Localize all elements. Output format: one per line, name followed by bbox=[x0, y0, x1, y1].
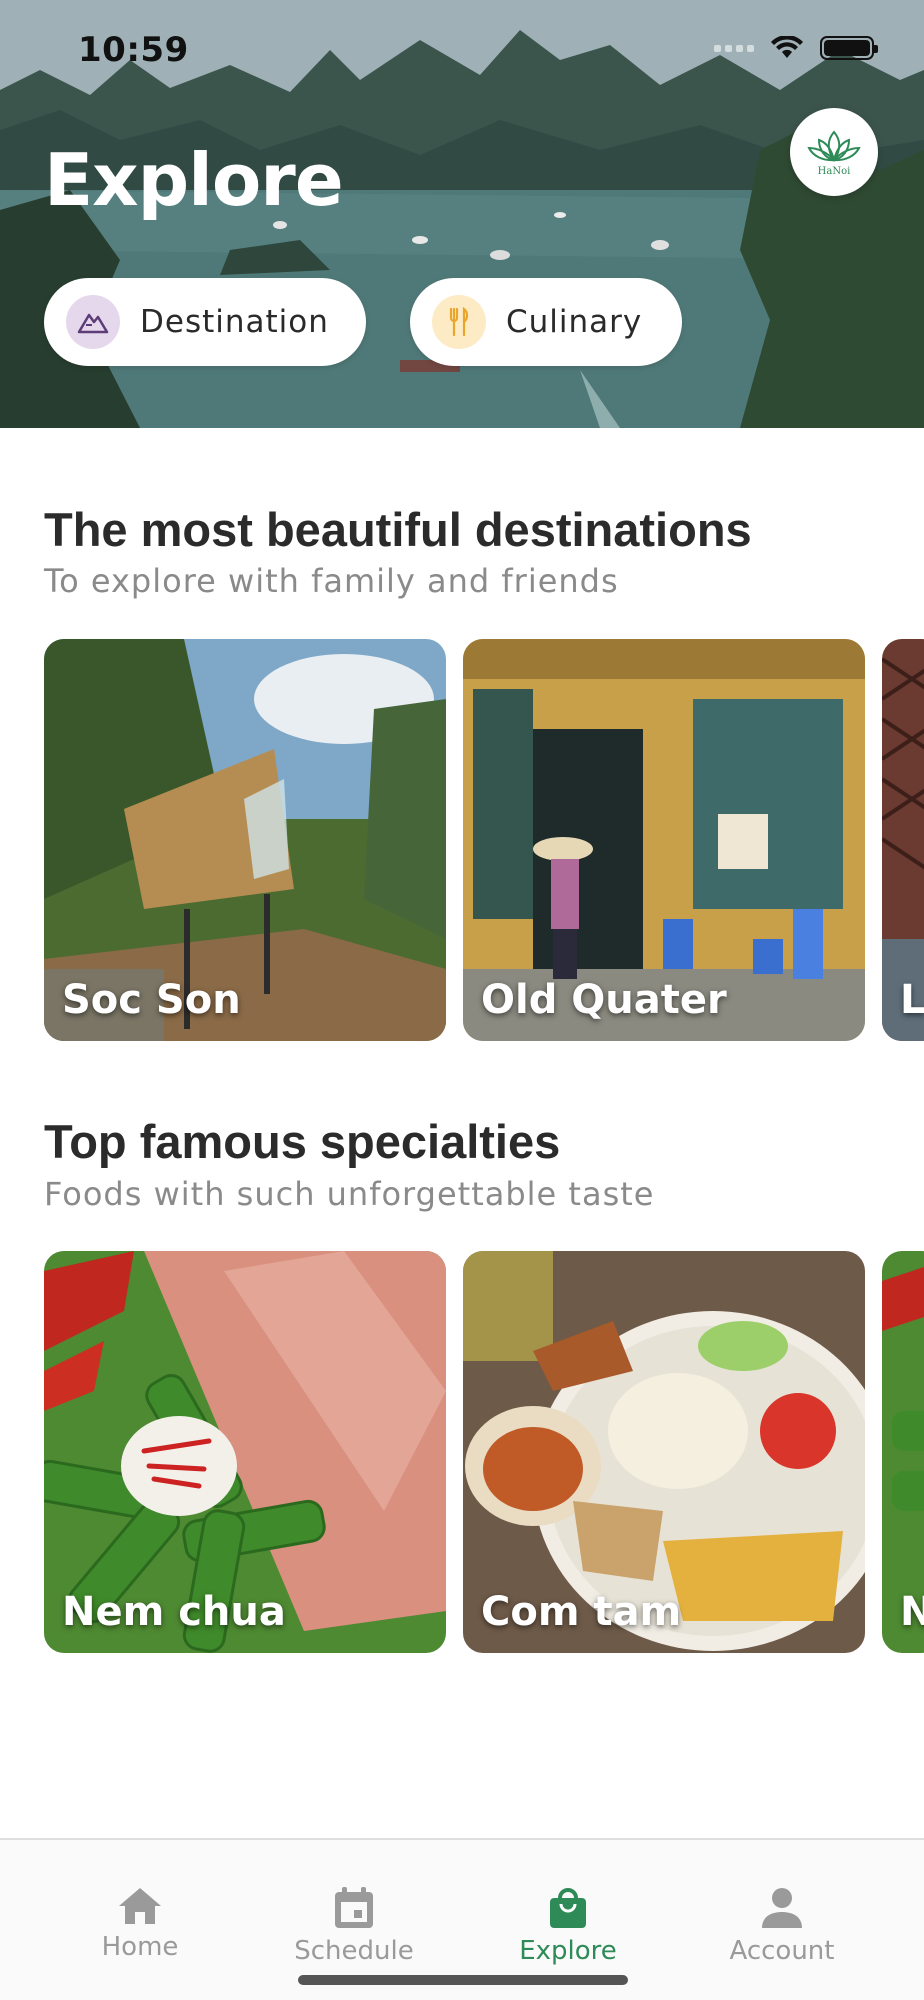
destination-card-partial[interactable]: L bbox=[882, 639, 924, 1041]
lotus-icon bbox=[807, 129, 861, 162]
hanoi-logo[interactable]: HaNoi bbox=[790, 108, 878, 196]
culinary-chip-label: Culinary bbox=[506, 304, 643, 340]
destination-chip-label: Destination bbox=[140, 304, 329, 340]
tab-schedule[interactable]: Schedule bbox=[274, 1886, 434, 1966]
specialties-subtitle: Foods with such unforgettable taste bbox=[44, 1175, 655, 1213]
destination-card-soc-son[interactable]: Soc Son bbox=[44, 639, 446, 1041]
cellular-signal-icon bbox=[714, 44, 754, 52]
utensils-icon bbox=[432, 295, 486, 349]
home-icon bbox=[119, 1888, 161, 1924]
mountain-icon bbox=[66, 295, 120, 349]
tab-account-label: Account bbox=[729, 1936, 835, 1966]
tab-explore-label: Explore bbox=[519, 1936, 617, 1966]
battery-icon bbox=[820, 36, 878, 60]
home-indicator bbox=[298, 1975, 628, 1985]
card-label: Nem chua bbox=[62, 1589, 286, 1635]
calendar-icon bbox=[335, 1887, 373, 1928]
hero-banner: 10:59 Explore HaNoi Destination Culinary bbox=[0, 0, 924, 428]
status-time: 10:59 bbox=[78, 30, 189, 70]
shopping-bag-icon bbox=[550, 1888, 586, 1928]
specialty-card-partial[interactable]: N bbox=[882, 1251, 924, 1653]
status-icons bbox=[714, 36, 878, 60]
destination-chip[interactable]: Destination bbox=[44, 278, 366, 366]
card-label: Old Quater bbox=[481, 977, 727, 1023]
person-icon bbox=[762, 1888, 802, 1928]
destinations-title: The most beautiful destinations bbox=[44, 503, 752, 556]
tab-account[interactable]: Account bbox=[702, 1886, 862, 1966]
specialty-card-nem-chua[interactable]: Nem chua bbox=[44, 1251, 446, 1653]
logo-text: HaNoi bbox=[817, 165, 851, 177]
specialty-card-com-tam[interactable]: Com tam bbox=[463, 1251, 865, 1653]
culinary-chip[interactable]: Culinary bbox=[410, 278, 682, 366]
card-label: L bbox=[900, 977, 924, 1023]
page-title: Explore bbox=[44, 138, 344, 222]
destinations-subtitle: To explore with family and friends bbox=[44, 562, 619, 600]
tab-home-label: Home bbox=[101, 1932, 179, 1962]
tab-explore[interactable]: Explore bbox=[488, 1886, 648, 1966]
card-label: Com tam bbox=[481, 1589, 682, 1635]
specialties-title: Top famous specialties bbox=[44, 1115, 561, 1168]
card-label: N bbox=[900, 1589, 924, 1635]
wifi-icon bbox=[771, 36, 803, 58]
destination-card-old-quater[interactable]: Old Quater bbox=[463, 639, 865, 1041]
tab-home[interactable]: Home bbox=[60, 1886, 220, 1962]
tab-schedule-label: Schedule bbox=[294, 1936, 414, 1966]
card-label: Soc Son bbox=[62, 977, 241, 1023]
